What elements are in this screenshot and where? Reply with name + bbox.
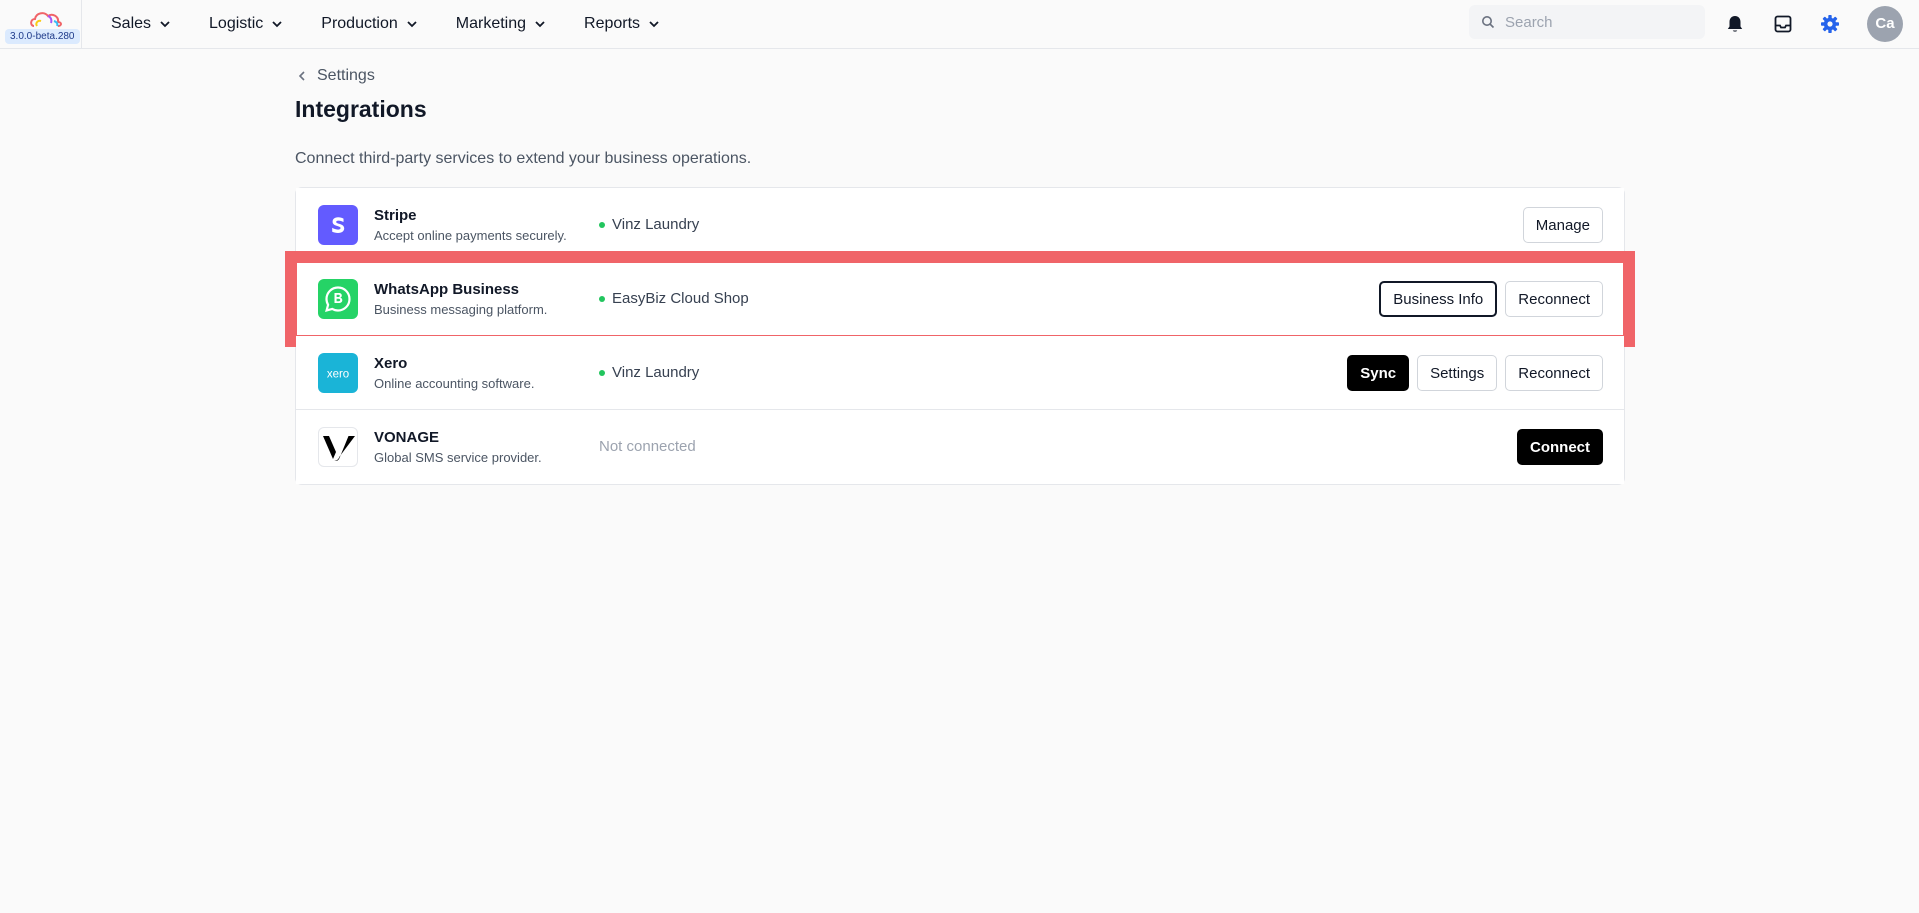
xero-logo-icon: xero — [318, 353, 358, 393]
integration-row-vonage: VONAGE Global SMS service provider. Not … — [296, 410, 1624, 484]
status-dot-icon — [599, 295, 605, 302]
page-title: Integrations — [295, 96, 427, 122]
nav-item-label: Reports — [584, 15, 641, 32]
breadcrumb-back[interactable]: Settings — [295, 67, 375, 85]
chevron-down-icon — [649, 21, 659, 28]
nav-item-label: Production — [321, 15, 398, 32]
reconnect-button[interactable]: Reconnect — [1505, 281, 1603, 317]
chevron-left-icon — [298, 71, 305, 81]
integration-name: Xero — [374, 355, 408, 372]
connected-account: EasyBiz Cloud Shop — [612, 290, 749, 307]
status-dot-icon — [599, 221, 605, 228]
integration-description: Online accounting software. — [374, 376, 535, 391]
chevron-down-icon — [160, 21, 170, 28]
inbox-icon[interactable] — [1772, 13, 1794, 35]
top-bar: 3.0.0-beta.280 Sales Logistic Production… — [0, 0, 1919, 49]
business-info-button[interactable]: Business Info — [1379, 281, 1498, 317]
nav-item-production[interactable]: Production — [321, 15, 420, 33]
nav-item-label: Logistic — [209, 15, 264, 32]
search-box[interactable] — [1469, 5, 1705, 39]
integration-name: WhatsApp Business — [374, 281, 520, 298]
nav-item-marketing[interactable]: Marketing — [456, 15, 548, 33]
row-actions: Sync Settings Reconnect — [1347, 355, 1603, 391]
app-logo-area[interactable]: 3.0.0-beta.280 — [0, 0, 82, 48]
integration-row-whatsapp-business: WhatsApp Business Business messaging pla… — [285, 251, 1635, 347]
status-dot-icon — [599, 369, 605, 376]
chevron-down-icon — [535, 21, 545, 28]
connection-status: Vinz Laundry — [599, 216, 699, 233]
whatsapp-business-logo-icon — [318, 279, 358, 319]
main-nav: Sales Logistic Production Marketing Repo… — [111, 0, 698, 48]
page-description: Connect third-party services to extend y… — [295, 150, 752, 167]
connection-status: EasyBiz Cloud Shop — [599, 290, 749, 307]
search-icon — [1482, 16, 1495, 29]
connect-button[interactable]: Connect — [1517, 429, 1603, 465]
nav-item-logistic[interactable]: Logistic — [209, 15, 285, 33]
search-input[interactable] — [1505, 13, 1695, 31]
integration-name: Stripe — [374, 207, 417, 224]
row-actions: Connect — [1517, 429, 1603, 465]
integration-row-stripe: Stripe Accept online payments securely. … — [296, 188, 1624, 262]
integration-row-xero: xero Xero Online accounting software. Vi… — [296, 336, 1624, 410]
nav-item-sales[interactable]: Sales — [111, 15, 173, 33]
settings-button[interactable]: Settings — [1417, 355, 1498, 391]
stripe-logo-icon — [318, 205, 358, 245]
chevron-down-icon — [272, 21, 282, 28]
gear-icon[interactable] — [1819, 13, 1841, 35]
integration-description: Accept online payments securely. — [374, 228, 567, 243]
connected-account: Vinz Laundry — [612, 364, 700, 381]
user-avatar[interactable]: Ca — [1867, 6, 1903, 42]
sync-button[interactable]: Sync — [1347, 355, 1410, 391]
bell-icon[interactable] — [1724, 13, 1746, 35]
version-badge: 3.0.0-beta.280 — [5, 29, 80, 44]
nav-item-label: Sales — [111, 15, 152, 32]
connection-status: Not connected — [599, 438, 696, 455]
integration-description: Business messaging platform. — [374, 302, 548, 317]
chevron-down-icon — [407, 21, 417, 28]
not-connected-label: Not connected — [599, 438, 696, 455]
nav-item-reports[interactable]: Reports — [584, 15, 662, 33]
vonage-logo-icon — [318, 427, 358, 467]
svg-text:xero: xero — [327, 369, 349, 381]
nav-item-label: Marketing — [455, 15, 527, 32]
connection-status: Vinz Laundry — [599, 364, 699, 381]
manage-button[interactable]: Manage — [1522, 207, 1603, 243]
integration-name: VONAGE — [374, 429, 440, 446]
integration-description: Global SMS service provider. — [374, 450, 542, 465]
integrations-list: Stripe Accept online payments securely. … — [285, 187, 1635, 485]
connected-account: Vinz Laundry — [612, 216, 700, 233]
breadcrumb-label: Settings — [317, 67, 375, 84]
reconnect-button[interactable]: Reconnect — [1505, 355, 1603, 391]
row-actions: Manage — [1522, 207, 1603, 243]
row-actions: Business Info Reconnect — [1379, 281, 1603, 317]
